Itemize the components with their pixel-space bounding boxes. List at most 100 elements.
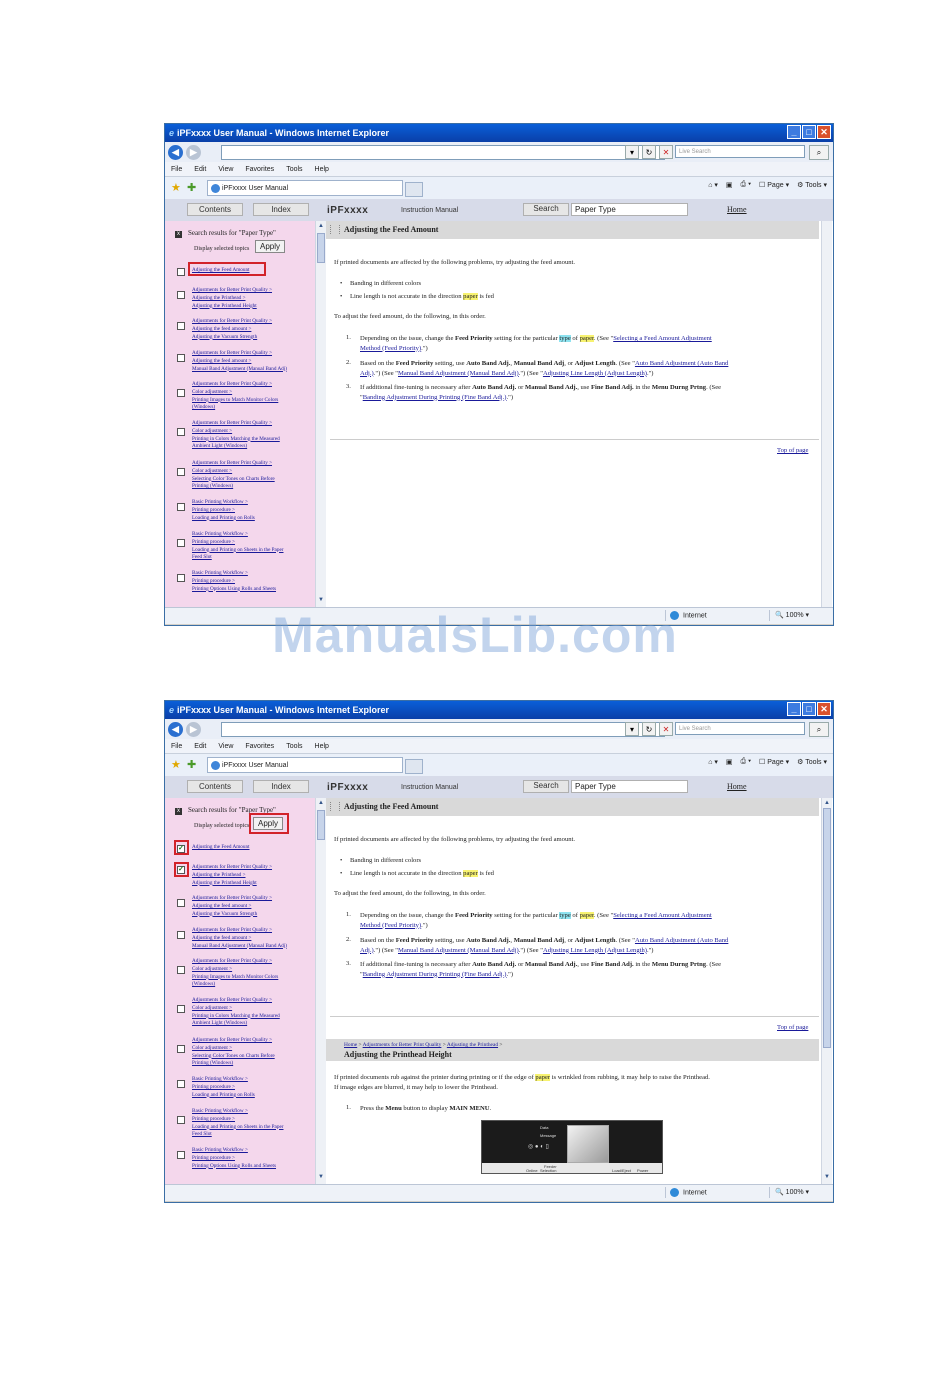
scroll-up-icon[interactable]: ▲ [316,221,326,231]
scroll-down-icon[interactable]: ▼ [822,1172,832,1182]
home-link[interactable]: Home [727,782,747,791]
address-input[interactable] [221,145,665,160]
sidebar-scrollbar[interactable]: ▲ ▼ [315,221,326,607]
step-link[interactable]: Manual Band Adjustment (Manual Band Adj) [398,370,519,377]
checkbox[interactable] [177,574,185,582]
back-icon[interactable]: ◀ [168,144,183,160]
apply-button[interactable]: Apply [255,240,285,253]
checkbox[interactable] [177,1116,185,1124]
result-link[interactable]: Adjustments for Better Print Quality > [192,350,287,358]
breadcrumb-link[interactable]: Adjustments for Better Print Quality [363,1042,442,1048]
step-link[interactable]: Adj.) [360,370,374,377]
search-field[interactable]: Paper Type [571,780,688,793]
result-link[interactable]: Printing procedure > [192,1116,284,1124]
page-menu[interactable]: ☐ Page ▾ [759,181,789,189]
close-button[interactable]: ✕ [817,702,831,716]
step-link[interactable]: Method (Feed Priority) [360,922,421,929]
result-link[interactable]: Adjusting the feed amount > [192,326,272,334]
scroll-down-icon[interactable]: ▼ [316,595,326,605]
step-link[interactable]: Method (Feed Priority) [360,345,421,352]
checkbox[interactable] [177,899,185,907]
checkbox-checked[interactable]: ✓ [177,866,185,874]
checkbox[interactable] [177,503,185,511]
print-icon[interactable]: ⎙ ▾ [741,181,752,189]
checkbox[interactable] [177,354,185,362]
result-link[interactable]: Loading and Printing on Rolls [192,1092,255,1100]
search-field[interactable]: Paper Type [571,203,688,216]
address-input[interactable] [221,722,665,737]
checkbox[interactable] [177,539,185,547]
live-search-input[interactable]: Live Search [675,145,805,158]
top-of-page-link[interactable]: Top of page [777,1024,808,1031]
result-link[interactable]: Printing procedure > [192,539,284,547]
add-favorites-icon[interactable]: ✚ [187,758,196,771]
search-icon[interactable]: ⌕ [809,145,829,160]
refresh-icon[interactable]: ↻ [642,722,656,736]
result-link[interactable]: Adjusting the Feed Amount [192,844,250,852]
result-link[interactable]: Printing (Windows) [192,1060,275,1068]
result-link[interactable]: Color adjustment > [192,1005,280,1013]
stop-icon[interactable]: ✕ [659,722,673,736]
result-link[interactable]: Printing procedure > [192,1155,276,1163]
stop-icon[interactable]: ✕ [659,145,673,159]
result-link[interactable]: Feed Slot [192,1131,284,1139]
result-link[interactable]: Printing Options Using Rolls and Sheets [192,586,276,594]
close-button[interactable]: ✕ [817,125,831,139]
menu-favorites[interactable]: Favorites [245,743,274,750]
checkbox[interactable] [177,966,185,974]
search-button[interactable]: Search [523,780,569,793]
result-link[interactable]: Adjustments for Better Print Quality > [192,318,272,326]
result-link[interactable]: Manual Band Adjustment (Manual Band Adj) [192,943,287,951]
result-link[interactable]: Printing procedure > [192,507,255,515]
result-link[interactable]: Adjustments for Better Print Quality > [192,381,278,389]
menu-file[interactable]: File [171,166,182,173]
result-link[interactable]: Adjusting the Printhead Height [192,880,272,888]
page-menu[interactable]: ☐ Page ▾ [759,758,789,766]
result-link[interactable]: Adjustments for Better Print Quality > [192,958,278,966]
result-link[interactable]: Color adjustment > [192,966,278,974]
contents-tab[interactable]: Contents [187,203,243,216]
result-link[interactable]: Feed Slot [192,554,284,562]
breadcrumb-link[interactable]: Adjusting the Printhead [447,1042,498,1048]
result-link[interactable]: Basic Printing Workflow > [192,1108,284,1116]
browser-tab[interactable]: iPFxxxx User Manual [207,180,403,196]
print-icon[interactable]: ⎙ ▾ [741,758,752,766]
result-link[interactable]: Adjusting the Printhead Height [192,303,272,311]
result-link[interactable]: Printing procedure > [192,578,276,586]
result-link[interactable]: Adjustments for Better Print Quality > [192,864,272,872]
tools-menu[interactable]: ⚙ Tools ▾ [797,758,827,766]
forward-icon[interactable]: ▶ [186,721,201,737]
step-link[interactable]: Adjusting Line Length (Adjust Length) [543,947,647,954]
result-link[interactable]: Printing (Windows) [192,483,275,491]
index-tab[interactable]: Index [253,780,309,793]
new-tab-button[interactable] [405,182,423,197]
home-icon[interactable]: ⌂ ▾ [708,758,718,766]
refresh-icon[interactable]: ↻ [642,145,656,159]
checkbox[interactable] [177,268,185,276]
menu-view[interactable]: View [218,166,233,173]
search-icon[interactable]: ⌕ [809,722,829,737]
result-link[interactable]: Ambient Light (Windows) [192,443,280,451]
step-link[interactable]: Manual Band Adjustment (Manual Band Adj) [398,947,519,954]
zoom-level[interactable]: 🔍 100% ▾ [775,1188,809,1196]
result-link[interactable]: Basic Printing Workflow > [192,531,284,539]
menu-tools[interactable]: Tools [286,166,302,173]
result-link[interactable]: Adjusting the feed amount > [192,358,287,366]
checkbox[interactable] [177,1045,185,1053]
step-link[interactable]: Selecting a Feed Amount Adjustment [613,335,712,342]
top-of-page-link[interactable]: Top of page [777,447,808,454]
tools-menu[interactable]: ⚙ Tools ▾ [797,181,827,189]
breadcrumb-link[interactable]: Home [344,1042,357,1048]
dropdown-icon[interactable]: ▾ [625,145,639,159]
checkbox[interactable] [177,1005,185,1013]
checkbox-checked[interactable]: ✓ [177,845,185,853]
result-link[interactable]: Loading and Printing on Rolls [192,515,255,523]
contents-tab[interactable]: Contents [187,780,243,793]
live-search-input[interactable]: Live Search [675,722,805,735]
result-link[interactable]: Basic Printing Workflow > [192,1147,276,1155]
step-link[interactable]: Banding Adjustment During Printing (Fine… [363,971,507,978]
step-link[interactable]: Auto Band Adjustment (Auto Band [635,937,728,944]
article-scrollbar[interactable] [821,221,832,607]
result-link[interactable]: Adjusting the Printhead > [192,295,272,303]
feeds-icon[interactable]: ▣ [726,181,733,189]
